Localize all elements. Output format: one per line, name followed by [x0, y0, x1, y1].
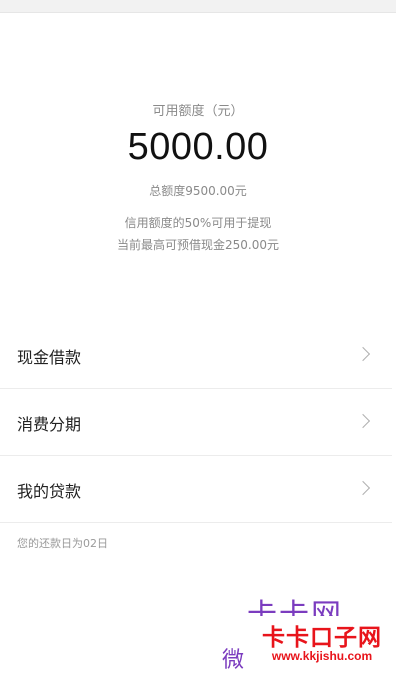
menu-item-cash-loan[interactable]: 现金借款 [0, 322, 392, 389]
cash-advance-note: 当前最高可预借现金250.00元 [117, 238, 279, 252]
watermark-site-name: 卡卡口子网 [262, 625, 382, 651]
withdraw-note: 信用额度的50%可用于提现 [124, 216, 272, 230]
service-menu: 现金借款 消费分期 我的贷款 [0, 322, 392, 523]
chevron-right-icon [355, 413, 371, 429]
repayment-date-note: 您的还款日为02日 [17, 537, 108, 550]
menu-item-label: 我的贷款 [17, 482, 82, 501]
menu-item-my-loans[interactable]: 我的贷款 [0, 456, 392, 523]
watermark-badge: 卡卡口子网 www.kkjishu.com [252, 616, 392, 670]
chevron-right-icon [355, 480, 371, 496]
available-credit-amount: 5000.00 [127, 126, 269, 168]
watermark-url: www.kkjishu.com [271, 649, 373, 663]
chevron-right-icon [355, 346, 371, 362]
menu-item-installments[interactable]: 消费分期 [0, 389, 392, 456]
watermark-partial-text: 微 [222, 648, 245, 673]
menu-item-label: 现金借款 [17, 348, 82, 367]
available-credit-label: 可用额度（元） [152, 104, 244, 119]
total-credit-text: 总额度9500.00元 [149, 184, 247, 198]
status-bar [0, 0, 396, 13]
menu-item-label: 消费分期 [17, 415, 82, 434]
